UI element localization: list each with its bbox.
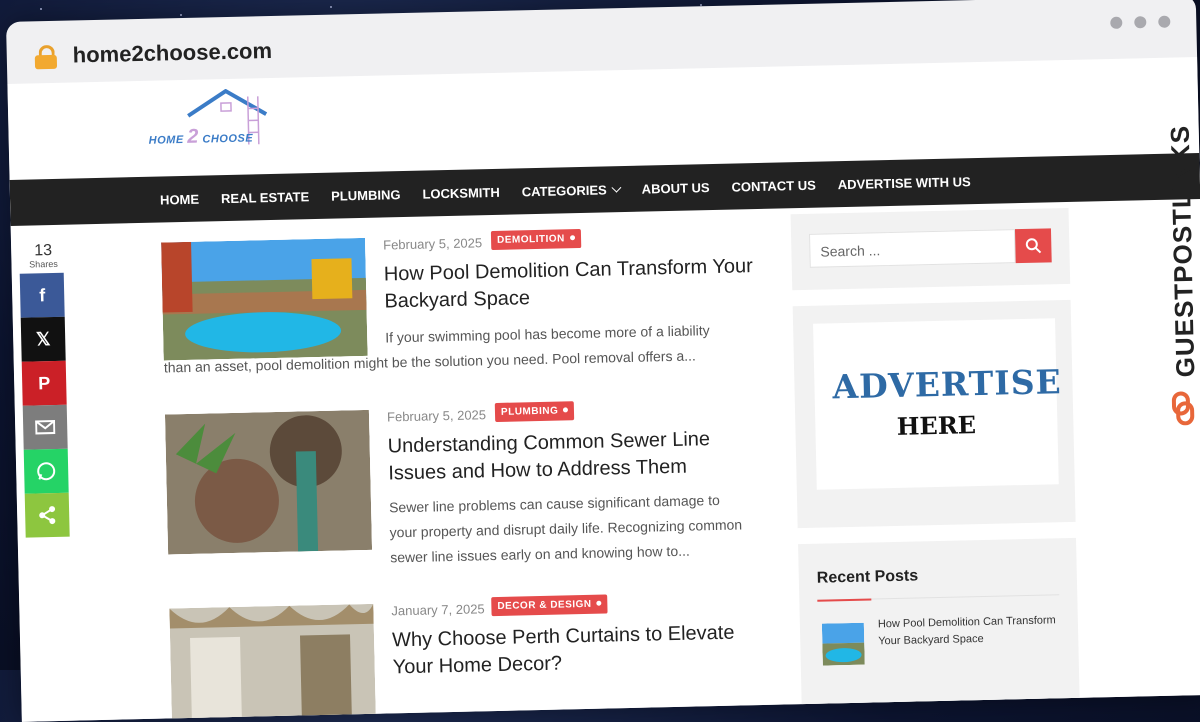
whatsapp-icon (36, 461, 56, 481)
nav-item-home[interactable]: HOME (160, 191, 199, 207)
x-share-button[interactable]: 𝕏 (21, 317, 66, 362)
post-date: February 5, 2025 (387, 407, 486, 424)
email-icon (35, 417, 55, 437)
site-logo[interactable]: HOME 2 CHOOSE (148, 88, 279, 151)
share-more-button[interactable] (25, 493, 70, 538)
category-badge[interactable]: PLUMBING (495, 401, 575, 422)
category-badge[interactable]: DECOR & DESIGN (491, 595, 608, 617)
recent-post-thumbnail[interactable] (822, 623, 865, 666)
post-title[interactable]: Understanding Common Sewer Line Issues a… (387, 425, 758, 487)
recent-posts-heading: Recent Posts (817, 567, 919, 587)
post-card: February 5, 2025 PLUMBING Understanding … (165, 400, 789, 594)
search-widget: Search ... (791, 208, 1071, 290)
category-label: DEMOLITION (497, 233, 565, 246)
whatsapp-share-button[interactable] (24, 449, 69, 494)
window-dot-icon[interactable] (1110, 17, 1122, 29)
link-icon (1171, 391, 1196, 426)
search-input[interactable]: Search ... (809, 229, 1016, 268)
nav-item-categories[interactable]: CATEGORIES (522, 182, 620, 199)
nav-item-plumbing[interactable]: PLUMBING (331, 187, 401, 204)
post-title[interactable]: Why Choose Perth Curtains to Elevate You… (392, 619, 763, 681)
window-dot-icon[interactable] (1158, 16, 1170, 28)
share-label: Shares (19, 259, 67, 270)
post-date: January 7, 2025 (391, 601, 485, 618)
facebook-share-button[interactable]: f (20, 273, 65, 318)
search-icon (1025, 238, 1041, 254)
pinterest-share-button[interactable]: P (22, 361, 67, 406)
web-page: HOME 2 CHOOSE HOME REAL ESTATE PLUMBING … (7, 57, 1200, 722)
category-badge[interactable]: DEMOLITION (491, 229, 581, 250)
browser-window: home2choose.com HOME 2 CHOOSE (6, 0, 1200, 722)
nav-item-categories-label: CATEGORIES (522, 182, 607, 199)
advertise-subheading: HERE (833, 409, 1040, 443)
nav-item-locksmith[interactable]: LOCKSMITH (422, 184, 500, 201)
email-share-button[interactable] (23, 405, 68, 450)
search-button[interactable] (1015, 228, 1052, 263)
window-controls (1110, 16, 1170, 29)
facebook-icon: f (39, 285, 45, 306)
divider (817, 594, 1059, 600)
lock-icon (35, 45, 57, 67)
category-label: PLUMBING (501, 406, 559, 418)
share-bar: 13 Shares f 𝕏 P (19, 243, 74, 538)
advertise-widget: ADVERTISE HERE (793, 300, 1076, 528)
share-count: 13 (19, 243, 67, 260)
window-dot-icon[interactable] (1134, 16, 1146, 28)
x-icon: 𝕏 (36, 329, 51, 350)
pinterest-icon: P (38, 373, 50, 394)
post-card: February 5, 2025 DEMOLITION How Pool Dem… (161, 228, 784, 392)
advertise-banner[interactable]: ADVERTISE HERE (813, 318, 1059, 489)
guestpostlinks-watermark: GUESTPOSTLINKS (1152, 107, 1200, 418)
nav-item-advertise[interactable]: ADVERTISE WITH US (838, 174, 971, 192)
post-excerpt: Sewer line problems can cause significan… (167, 487, 769, 576)
advertise-heading: ADVERTISE (832, 363, 1039, 407)
post-thumbnail[interactable] (169, 604, 376, 722)
recent-posts-widget: Recent Posts How Pool Demolition Can Tra… (798, 538, 1080, 714)
logo-text: HOME 2 CHOOSE (148, 124, 253, 149)
url-text[interactable]: home2choose.com (72, 38, 272, 69)
share-icon (37, 505, 57, 525)
recent-post-title[interactable]: How Pool Demolition Can Transform Your B… (878, 612, 1063, 650)
nav-item-contact-us[interactable]: CONTACT US (731, 177, 816, 194)
nav-item-about-us[interactable]: ABOUT US (642, 180, 710, 197)
post-card: January 7, 2025 DECOR & DESIGN Why Choos… (169, 594, 792, 721)
nav-item-real-estate[interactable]: REAL ESTATE (221, 189, 309, 206)
watermark-text: GUESTPOSTLINKS (1163, 67, 1200, 378)
post-title[interactable]: How Pool Demolition Can Transform Your B… (384, 253, 755, 315)
chevron-down-icon (611, 182, 621, 192)
category-label: DECOR & DESIGN (497, 599, 591, 612)
post-date: February 5, 2025 (383, 235, 482, 252)
